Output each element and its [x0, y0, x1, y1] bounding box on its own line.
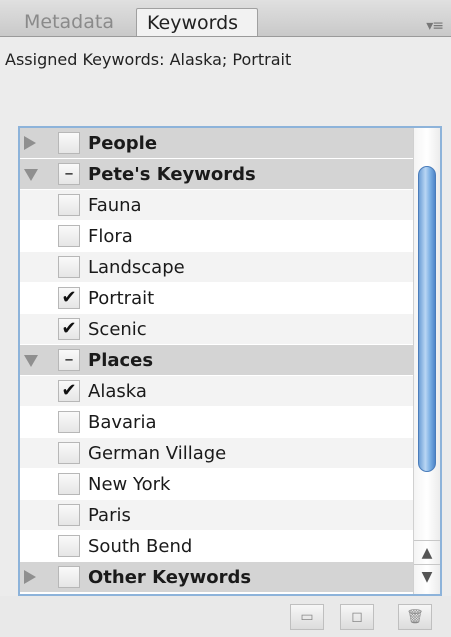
keyword-row[interactable]: ✔ Portrait: [20, 283, 416, 314]
keyword-checkbox[interactable]: [58, 256, 80, 278]
scroll-down-arrow-icon[interactable]: ▼: [414, 564, 440, 589]
keyword-label: Places: [88, 350, 154, 371]
keyword-label: Fauna: [88, 195, 142, 216]
keyword-row[interactable]: Paris: [20, 500, 416, 531]
keyword-list: People – Pete's Keywords Fauna Flora Landscap…: [18, 126, 442, 596]
new-keyword-button[interactable]: ◻: [340, 604, 374, 630]
disclosure-collapsed-icon[interactable]: [24, 136, 36, 150]
scroll-up-arrow-icon[interactable]: ▲: [414, 540, 440, 565]
keyword-checkbox[interactable]: [58, 225, 80, 247]
keyword-label: Other Keywords: [88, 567, 252, 588]
disclosure-expanded-icon[interactable]: [24, 355, 38, 367]
keyword-label: New York: [88, 474, 171, 495]
keyword-label: South Bend: [88, 536, 193, 557]
keyword-label: Paris: [88, 505, 131, 526]
keyword-checkbox[interactable]: [58, 504, 80, 526]
keyword-label: Pete's Keywords: [88, 164, 256, 185]
delete-keyword-button[interactable]: 🗑: [398, 604, 432, 630]
new-keyword-set-button[interactable]: ▭: [290, 604, 324, 630]
keyword-label: Alaska: [88, 381, 147, 402]
bottom-toolbar: ▭ ◻ 🗑: [0, 596, 451, 637]
scroll-thumb[interactable]: [418, 166, 436, 472]
keyword-label: German Village: [88, 443, 227, 464]
keyword-checkbox[interactable]: [58, 473, 80, 495]
keywords-panel: Metadata Keywords ▾≡ Assigned Keywords: …: [0, 0, 451, 637]
disclosure-collapsed-icon[interactable]: [24, 570, 36, 584]
keyword-label: Flora: [88, 226, 133, 247]
keyword-row[interactable]: ✔ Scenic: [20, 314, 416, 345]
keyword-checkbox[interactable]: ✔: [58, 287, 80, 309]
keyword-label: People: [88, 133, 158, 154]
keyword-checkbox[interactable]: ✔: [58, 380, 80, 402]
disclosure-expanded-icon[interactable]: [24, 169, 38, 181]
keyword-row[interactable]: Landscape: [20, 252, 416, 283]
keyword-checkbox[interactable]: [58, 132, 80, 154]
keyword-checkbox[interactable]: –: [58, 349, 80, 371]
keyword-checkbox[interactable]: [58, 535, 80, 557]
keyword-row[interactable]: Fauna: [20, 190, 416, 221]
keyword-row[interactable]: German Village: [20, 438, 416, 469]
tab-metadata[interactable]: Metadata: [14, 8, 142, 36]
keyword-row[interactable]: ✔ Alaska: [20, 376, 416, 407]
tab-bar: Metadata Keywords ▾≡: [0, 0, 451, 37]
keyword-checkbox[interactable]: ✔: [58, 318, 80, 340]
keyword-set-row[interactable]: Other Keywords: [20, 562, 416, 593]
keyword-checkbox[interactable]: [58, 411, 80, 433]
keyword-checkbox[interactable]: [58, 194, 80, 216]
keyword-set-row[interactable]: – Pete's Keywords: [20, 159, 416, 190]
keyword-set-row[interactable]: People: [20, 128, 416, 159]
keyword-label: Bavaria: [88, 412, 157, 433]
keyword-set-row[interactable]: – Places: [20, 345, 416, 376]
keyword-row[interactable]: Bavaria: [20, 407, 416, 438]
panel-menu-icon[interactable]: ▾≡: [426, 18, 444, 34]
keyword-label: Scenic: [88, 319, 147, 340]
vertical-scrollbar[interactable]: ▲ ▼: [413, 128, 440, 594]
tab-keywords[interactable]: Keywords: [136, 8, 258, 36]
keyword-row[interactable]: Flora: [20, 221, 416, 252]
keyword-label: Landscape: [88, 257, 185, 278]
keyword-row[interactable]: South Bend: [20, 531, 416, 562]
keyword-rows: People – Pete's Keywords Fauna Flora Landscap…: [20, 128, 416, 593]
keyword-label: Portrait: [88, 288, 155, 309]
keyword-checkbox[interactable]: –: [58, 163, 80, 185]
keyword-checkbox[interactable]: [58, 566, 80, 588]
assigned-keywords-label: Assigned Keywords: Alaska; Portrait: [5, 50, 292, 69]
keyword-row[interactable]: New York: [20, 469, 416, 500]
keyword-checkbox[interactable]: [58, 442, 80, 464]
